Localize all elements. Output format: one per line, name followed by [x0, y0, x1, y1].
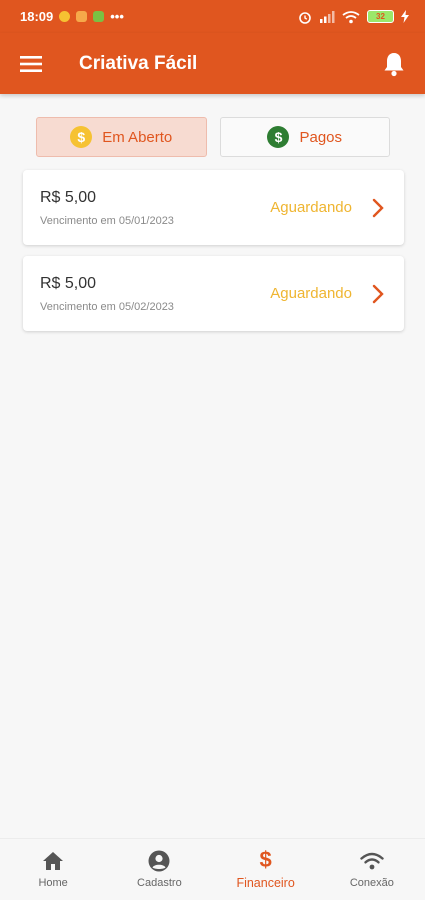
- nav-item-financeiro[interactable]: $ Financeiro: [213, 839, 319, 900]
- bill-amount: R$ 5,00: [40, 188, 97, 206]
- app-bar: Criativa Fácil: [0, 33, 425, 94]
- tab-label: Pagos: [299, 128, 343, 146]
- dollar-icon: $: [259, 847, 272, 872]
- status-bar: 18:09 ••• 32: [0, 0, 425, 33]
- notification-icon: [59, 11, 71, 22]
- bill-info: R$ 5,00 Vencimento em 05/02/2023: [40, 275, 270, 313]
- bottom-navigation: Home Cadastro $ Financeiro Conexão: [0, 838, 425, 900]
- nav-label: Home: [38, 877, 68, 889]
- nav-item-home[interactable]: Home: [0, 839, 106, 900]
- chevron-right-icon: [372, 284, 384, 303]
- tab-pagos[interactable]: $ Pagos: [219, 117, 390, 157]
- dollar-coin-icon: $: [70, 126, 93, 148]
- bill-amount: R$ 5,00: [40, 274, 97, 292]
- bell-icon: [384, 52, 404, 76]
- payment-filter-tabs: $ Em Aberto $ Pagos: [36, 117, 390, 157]
- notification-icon: [93, 11, 105, 22]
- notifications-button[interactable]: [363, 33, 425, 94]
- charging-icon: [401, 10, 409, 23]
- bill-status: Aguardando: [270, 199, 352, 216]
- account-icon: [148, 850, 170, 872]
- nav-item-conexao[interactable]: Conexão: [319, 839, 425, 900]
- nav-label: Financeiro: [236, 876, 295, 890]
- bill-card[interactable]: R$ 5,00 Vencimento em 05/01/2023 Aguarda…: [23, 170, 404, 245]
- status-time: 18:09: [20, 9, 54, 24]
- wifi-icon: [360, 850, 384, 872]
- notification-icon: [76, 11, 88, 22]
- battery-icon: 32: [367, 10, 394, 23]
- bill-info: R$ 5,00 Vencimento em 05/01/2023: [40, 189, 270, 227]
- more-notifications-icon: •••: [110, 9, 124, 24]
- bill-card[interactable]: R$ 5,00 Vencimento em 05/02/2023 Aguarda…: [23, 256, 404, 331]
- tab-em-aberto[interactable]: $ Em Aberto: [36, 117, 207, 157]
- app-title: Criativa Fácil: [79, 52, 198, 74]
- status-left: 18:09 •••: [20, 9, 124, 24]
- status-right: 32: [298, 10, 409, 24]
- hamburger-menu-icon: [20, 55, 42, 72]
- signal-icon: [320, 11, 335, 23]
- nav-label: Conexão: [349, 877, 394, 889]
- chevron-right-icon: [372, 198, 384, 217]
- dollar-coin-icon: $: [267, 126, 290, 148]
- bill-due-date: Vencimento em 05/01/2023: [40, 214, 174, 227]
- nav-label: Cadastro: [137, 877, 182, 889]
- bill-due-date: Vencimento em 05/02/2023: [40, 300, 174, 313]
- wifi-status-icon: [342, 10, 360, 23]
- bills-list: R$ 5,00 Vencimento em 05/01/2023 Aguarda…: [23, 170, 404, 342]
- nav-item-cadastro[interactable]: Cadastro: [106, 839, 212, 900]
- alarm-icon: [299, 11, 311, 24]
- home-icon: [42, 850, 64, 872]
- tab-label: Em Aberto: [102, 128, 173, 146]
- menu-button[interactable]: [0, 33, 62, 94]
- bill-status: Aguardando: [270, 285, 352, 302]
